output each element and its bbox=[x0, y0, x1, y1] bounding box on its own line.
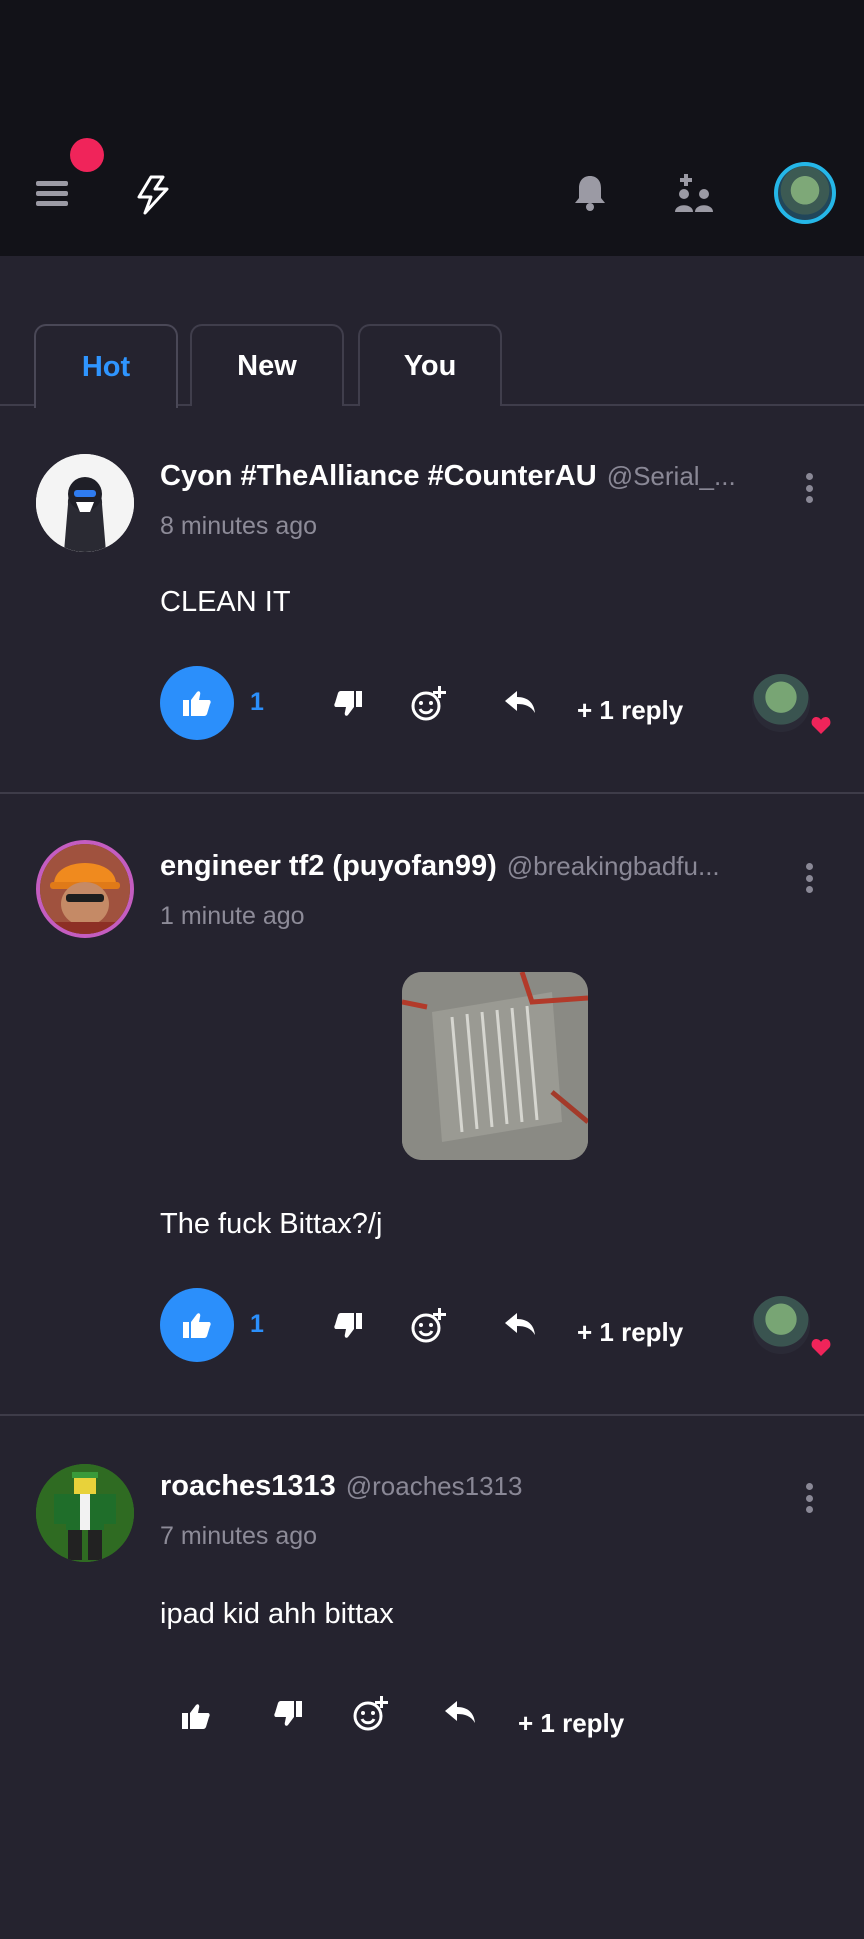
friends-add-icon[interactable] bbox=[672, 172, 716, 216]
lightning-logo-icon[interactable] bbox=[130, 172, 176, 218]
comment-header: roaches1313 @roaches1313 bbox=[160, 1470, 522, 1510]
like-count: 1 bbox=[250, 1310, 264, 1338]
tab-you[interactable]: You bbox=[358, 324, 502, 406]
replies-link[interactable]: + 1 reply bbox=[577, 1317, 683, 1348]
comment-time: 7 minutes ago bbox=[160, 1522, 318, 1550]
feed-tabs: Hot New You bbox=[0, 324, 864, 408]
bell-icon[interactable] bbox=[570, 172, 610, 214]
comment-header: engineer tf2 (puyofan99) @breakingbadfu.… bbox=[160, 850, 720, 890]
like-count: 1 bbox=[250, 688, 264, 716]
like-button[interactable] bbox=[160, 1288, 234, 1362]
comment-handle[interactable]: @Serial_... bbox=[607, 461, 736, 492]
hamburger-menu-icon[interactable] bbox=[34, 176, 70, 212]
comment-item: Cyon #TheAlliance #CounterAU @Serial_...… bbox=[0, 406, 864, 794]
more-options-icon[interactable] bbox=[796, 470, 822, 506]
avatar[interactable] bbox=[36, 454, 134, 552]
avatar[interactable] bbox=[36, 1464, 134, 1562]
comment-handle[interactable]: @roaches1313 bbox=[346, 1471, 523, 1502]
comment-item: engineer tf2 (puyofan99) @breakingbadfu.… bbox=[0, 794, 864, 1416]
tab-hot[interactable]: Hot bbox=[34, 324, 178, 408]
replies-link[interactable]: + 1 reply bbox=[577, 695, 683, 726]
tab-new[interactable]: New bbox=[190, 324, 344, 406]
user-avatar[interactable] bbox=[774, 162, 836, 224]
dislike-button[interactable] bbox=[326, 1304, 370, 1348]
add-reaction-icon[interactable] bbox=[348, 1692, 392, 1736]
dislike-button[interactable] bbox=[326, 682, 370, 726]
more-options-icon[interactable] bbox=[796, 860, 822, 896]
comment-text: ipad kid ahh bittax bbox=[160, 1598, 394, 1630]
heart-icon bbox=[808, 712, 834, 738]
more-options-icon[interactable] bbox=[796, 1480, 822, 1516]
comment-header: Cyon #TheAlliance #CounterAU @Serial_... bbox=[160, 460, 736, 500]
reply-icon[interactable] bbox=[498, 1302, 542, 1346]
reactor-avatar[interactable] bbox=[752, 1296, 810, 1354]
notification-dot bbox=[70, 138, 104, 172]
reactor-avatar[interactable] bbox=[752, 674, 810, 732]
comment-author[interactable]: engineer tf2 (puyofan99) bbox=[160, 850, 497, 883]
add-reaction-icon[interactable] bbox=[406, 682, 450, 726]
comment-text: CLEAN IT bbox=[160, 586, 291, 618]
dislike-button[interactable] bbox=[266, 1692, 310, 1736]
comment-handle[interactable]: @breakingbadfu... bbox=[507, 851, 720, 882]
comment-time: 8 minutes ago bbox=[160, 512, 318, 540]
avatar[interactable] bbox=[36, 840, 134, 938]
heart-icon bbox=[808, 1334, 834, 1360]
reply-icon[interactable] bbox=[498, 680, 542, 724]
like-button[interactable] bbox=[176, 1696, 216, 1736]
comment-text: The fuck Bittax?/j bbox=[160, 1208, 383, 1240]
top-bar bbox=[0, 0, 864, 256]
replies-link[interactable]: + 1 reply bbox=[518, 1708, 624, 1739]
like-button[interactable] bbox=[160, 666, 234, 740]
comment-item: roaches1313 @roaches1313 7 minutes ago i… bbox=[0, 1416, 864, 1746]
reply-icon[interactable] bbox=[438, 1690, 482, 1734]
add-reaction-icon[interactable] bbox=[406, 1304, 450, 1348]
comment-author[interactable]: roaches1313 bbox=[160, 1470, 336, 1503]
comment-time: 1 minute ago bbox=[160, 902, 305, 930]
comment-author[interactable]: Cyon #TheAlliance #CounterAU bbox=[160, 460, 597, 493]
comment-image[interactable] bbox=[402, 972, 588, 1160]
